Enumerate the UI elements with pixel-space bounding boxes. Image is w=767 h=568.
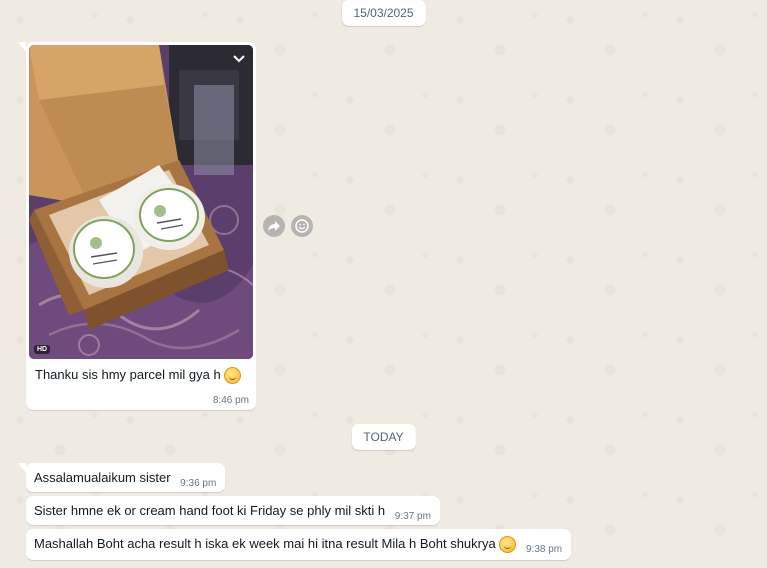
forward-icon[interactable] bbox=[263, 215, 285, 237]
message-time: 9:36 pm bbox=[180, 478, 217, 489]
caption-text: Thanku sis hmy parcel mil gya h bbox=[35, 367, 221, 382]
message-text: Sister hmne ek or cream hand foot ki Fri… bbox=[34, 503, 386, 518]
message-bubble[interactable]: Mashallah Boht acha result h iska ek wee… bbox=[26, 529, 572, 561]
date-separator: 15/03/2025 bbox=[341, 0, 426, 26]
parcel-photo-illustration bbox=[29, 45, 253, 359]
chevron-down-icon[interactable] bbox=[231, 51, 247, 67]
message-bubble[interactable]: Sister hmne ek or cream hand foot ki Fri… bbox=[26, 496, 440, 525]
date-separator-today: TODAY bbox=[351, 424, 416, 450]
message-photo[interactable]: HD bbox=[29, 45, 253, 359]
hd-badge: HD bbox=[34, 345, 51, 354]
message-text: Mashallah Boht acha result h iska ek wee… bbox=[34, 536, 496, 551]
hd-badge-label: HD bbox=[37, 346, 48, 353]
image-caption: Thanku sis hmy parcel mil gya h bbox=[29, 359, 253, 385]
smiling-face-with-halo-icon bbox=[499, 536, 517, 554]
date-label: 15/03/2025 bbox=[353, 6, 414, 20]
emoji-react-icon[interactable] bbox=[291, 215, 313, 237]
message-text: Assalamualaikum sister bbox=[34, 470, 171, 485]
message-time: 8:46 pm bbox=[212, 395, 249, 406]
smiling-face-with-halo-icon bbox=[224, 367, 242, 385]
message-time: 9:38 pm bbox=[525, 544, 563, 555]
date-label: TODAY bbox=[363, 430, 404, 444]
message-time: 9:37 pm bbox=[394, 511, 431, 522]
message-bubble[interactable]: Assalamualaikum sister 9:36 pm bbox=[17, 463, 226, 492]
image-message[interactable]: HD Thanku sis hmy parcel mil gya h 8:46 … bbox=[18, 42, 256, 410]
